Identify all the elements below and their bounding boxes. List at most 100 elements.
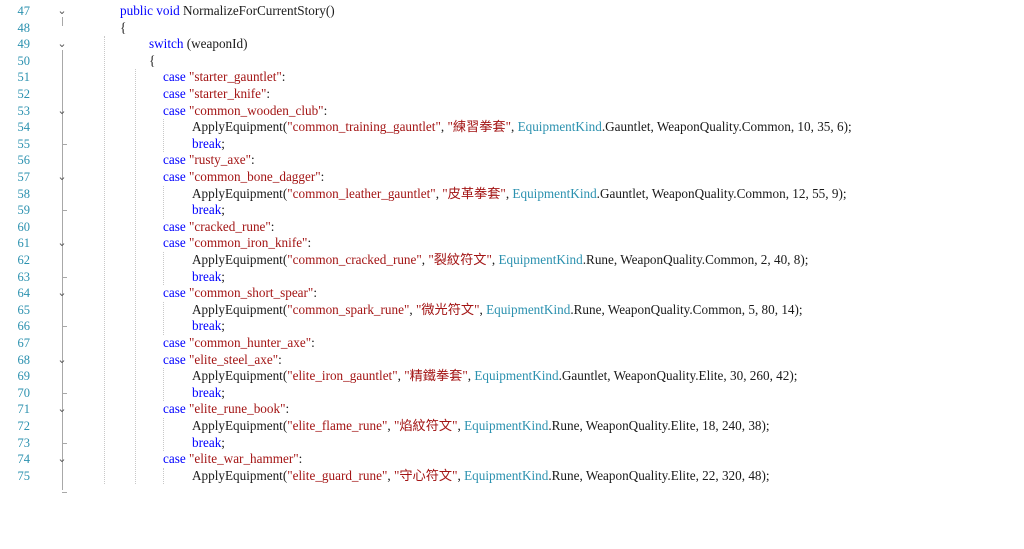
line-number: 65: [17, 302, 31, 317]
code-token: ;: [221, 384, 225, 400]
code-text[interactable]: switch (weaponId): [149, 36, 248, 52]
code-line[interactable]: 49 ⌄ switch (weaponId): [0, 36, 1024, 52]
code-text[interactable]: case "cracked_rune":: [163, 219, 274, 235]
code-line[interactable]: 62 ApplyEquipment("common_cracked_rune", …: [0, 252, 1024, 268]
code-token: :: [320, 169, 325, 184]
code-text[interactable]: break;: [192, 318, 225, 334]
code-text[interactable]: ApplyEquipment("elite_flame_rune", "焰紋符文…: [192, 418, 770, 434]
code-token: case: [163, 218, 189, 234]
line-number: 71: [17, 402, 31, 417]
code-token: ,: [387, 418, 394, 433]
chevron-down-icon[interactable]: ⌄: [57, 3, 67, 19]
code-text[interactable]: {: [120, 20, 126, 36]
code-text[interactable]: case "common_hunter_axe":: [163, 335, 315, 351]
code-text[interactable]: case "common_bone_dagger":: [163, 169, 324, 185]
code-token: EquipmentKind: [498, 252, 583, 267]
code-token: "common_iron_knife": [189, 235, 308, 251]
code-text[interactable]: ApplyEquipment("common_spark_rune", "微光符…: [192, 302, 803, 318]
code-line[interactable]: 74 ⌄ case "elite_war_hammer":: [0, 451, 1024, 467]
code-line[interactable]: 66 break;: [0, 318, 1024, 334]
code-token: "common_training_gauntlet": [287, 119, 441, 135]
code-text[interactable]: break;: [192, 435, 225, 451]
code-text[interactable]: ApplyEquipment("common_leather_gauntlet"…: [192, 186, 847, 202]
code-token: ;: [221, 434, 225, 450]
code-line[interactable]: 67 case "common_hunter_axe":: [0, 335, 1024, 351]
code-text[interactable]: case "starter_knife":: [163, 86, 270, 102]
code-line[interactable]: 48 {: [0, 20, 1024, 36]
code-text[interactable]: ApplyEquipment("elite_iron_gauntlet", "精…: [192, 368, 797, 384]
code-text[interactable]: case "common_wooden_club":: [163, 103, 327, 119]
code-line[interactable]: 73 break;: [0, 435, 1024, 451]
code-line[interactable]: 57 ⌄ case "common_bone_dagger":: [0, 169, 1024, 185]
code-line[interactable]: 51 case "starter_gauntlet":: [0, 69, 1024, 85]
code-line[interactable]: 69 ApplyEquipment("elite_iron_gauntlet", …: [0, 368, 1024, 384]
code-token: "皮革拳套": [442, 185, 506, 201]
code-token: "cracked_rune": [189, 218, 271, 234]
chevron-down-icon[interactable]: ⌄: [57, 352, 67, 368]
code-line[interactable]: 59 break;: [0, 202, 1024, 218]
code-text[interactable]: ApplyEquipment("elite_guard_rune", "守心符文…: [192, 468, 770, 484]
code-text[interactable]: break;: [192, 202, 225, 218]
code-token: .Rune, WeaponQuality.Common, 2, 40, 8);: [582, 252, 809, 267]
code-token: :: [266, 86, 271, 101]
code-token: ;: [221, 135, 225, 151]
code-text[interactable]: ApplyEquipment("common_training_gauntlet…: [192, 119, 852, 135]
line-number: 52: [17, 87, 31, 101]
code-line[interactable]: 47 ⌄ public void NormalizeForCurrentStory(…: [0, 3, 1024, 19]
code-line[interactable]: 58 ApplyEquipment("common_leather_gauntle…: [0, 186, 1024, 202]
code-text[interactable]: case "rusty_axe":: [163, 152, 255, 168]
code-editor[interactable]: 47 ⌄ public void NormalizeForCurrentStory(…: [0, 0, 1024, 549]
code-line[interactable]: 55 break;: [0, 136, 1024, 152]
code-text[interactable]: {: [149, 53, 155, 69]
chevron-down-icon[interactable]: ⌄: [57, 285, 67, 301]
code-line[interactable]: 61 ⌄ case "common_iron_knife":: [0, 235, 1024, 251]
code-line[interactable]: 75 ApplyEquipment("elite_guard_rune", "守心…: [0, 468, 1024, 484]
code-line[interactable]: 64 ⌄ case "common_short_spear":: [0, 285, 1024, 301]
code-token: "練習拳套": [447, 119, 511, 135]
code-line[interactable]: 60 case "cracked_rune":: [0, 219, 1024, 235]
chevron-down-icon[interactable]: ⌄: [57, 103, 67, 119]
code-token: .Gauntlet, WeaponQuality.Common, 10, 35,…: [601, 119, 852, 135]
code-token: ,: [510, 119, 518, 135]
code-token: :: [313, 285, 317, 301]
code-text[interactable]: ApplyEquipment("common_cracked_rune", "裂…: [192, 252, 808, 268]
code-token: public void: [120, 3, 184, 18]
code-line[interactable]: 71 ⌄ case "elite_rune_book":: [0, 401, 1024, 417]
code-token: ;: [221, 268, 225, 284]
code-text[interactable]: break;: [192, 269, 225, 285]
code-line[interactable]: 52 case "starter_knife":: [0, 86, 1024, 102]
code-token: ApplyEquipment(: [192, 185, 288, 201]
chevron-down-icon[interactable]: ⌄: [57, 36, 67, 52]
line-number: 61: [17, 236, 31, 251]
code-line[interactable]: 50 {: [0, 53, 1024, 69]
code-line[interactable]: 54 ApplyEquipment("common_training_gauntl…: [0, 119, 1024, 135]
code-text[interactable]: break;: [192, 385, 225, 401]
code-token: ApplyEquipment(: [192, 418, 288, 433]
code-text[interactable]: case "common_iron_knife":: [163, 235, 311, 251]
code-text[interactable]: case "starter_gauntlet":: [163, 69, 285, 85]
chevron-down-icon[interactable]: ⌄: [57, 451, 67, 467]
code-token: :: [311, 335, 315, 350]
code-line[interactable]: 56 case "rusty_axe":: [0, 152, 1024, 168]
line-number: 64: [17, 286, 31, 301]
code-line[interactable]: 70 break;: [0, 385, 1024, 401]
code-text[interactable]: case "common_short_spear":: [163, 285, 317, 301]
line-number: 50: [17, 53, 31, 68]
code-line[interactable]: 63 break;: [0, 269, 1024, 285]
code-line[interactable]: 53 ⌄ case "common_wooden_club":: [0, 103, 1024, 119]
code-text[interactable]: case "elite_rune_book":: [163, 401, 289, 417]
code-text[interactable]: case "elite_steel_axe":: [163, 352, 282, 368]
code-token: EquipmentKind: [474, 368, 559, 384]
code-token: "starter_gauntlet": [189, 69, 282, 85]
chevron-down-icon[interactable]: ⌄: [57, 169, 67, 185]
code-token: "elite_flame_rune": [287, 418, 388, 433]
code-line[interactable]: 65 ApplyEquipment("common_spark_rune", "微…: [0, 302, 1024, 318]
code-text[interactable]: break;: [192, 136, 225, 152]
chevron-down-icon[interactable]: ⌄: [57, 401, 67, 417]
code-token: :: [298, 451, 303, 467]
chevron-down-icon[interactable]: ⌄: [57, 235, 67, 251]
code-text[interactable]: case "elite_war_hammer":: [163, 451, 302, 467]
code-line[interactable]: 72 ApplyEquipment("elite_flame_rune", "焰紋…: [0, 418, 1024, 434]
code-text[interactable]: public void NormalizeForCurrentStory(): [120, 3, 335, 19]
code-line[interactable]: 68 ⌄ case "elite_steel_axe":: [0, 352, 1024, 368]
